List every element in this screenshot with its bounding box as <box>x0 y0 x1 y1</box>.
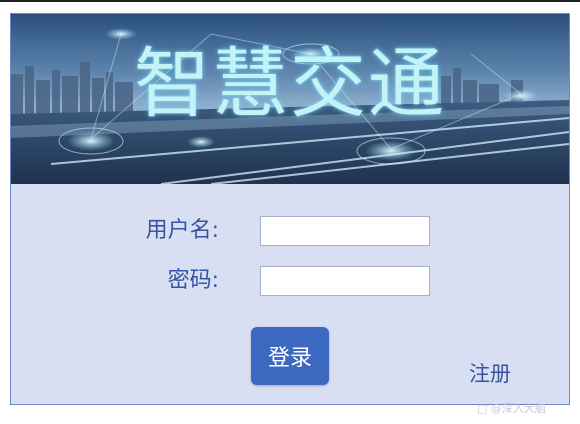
top-border-line <box>0 0 580 2</box>
username-label: 用户名: <box>145 218 219 243</box>
banner-title: 智慧交通 <box>134 39 446 128</box>
password-input[interactable] <box>260 266 430 296</box>
watermark-icon: □ <box>477 402 488 415</box>
banner-image: 智慧交通 <box>11 14 569 184</box>
password-label: 密码: <box>167 268 219 293</box>
login-button[interactable]: 登录 <box>251 327 329 385</box>
login-panel: 智慧交通 用户名: 密码: 登录 注册 <box>10 13 570 405</box>
username-input[interactable] <box>260 216 430 246</box>
register-link[interactable]: 注册 <box>469 360 511 388</box>
watermark: □ @深入大脑 <box>477 402 546 416</box>
watermark-text: @深入大脑 <box>490 402 546 415</box>
